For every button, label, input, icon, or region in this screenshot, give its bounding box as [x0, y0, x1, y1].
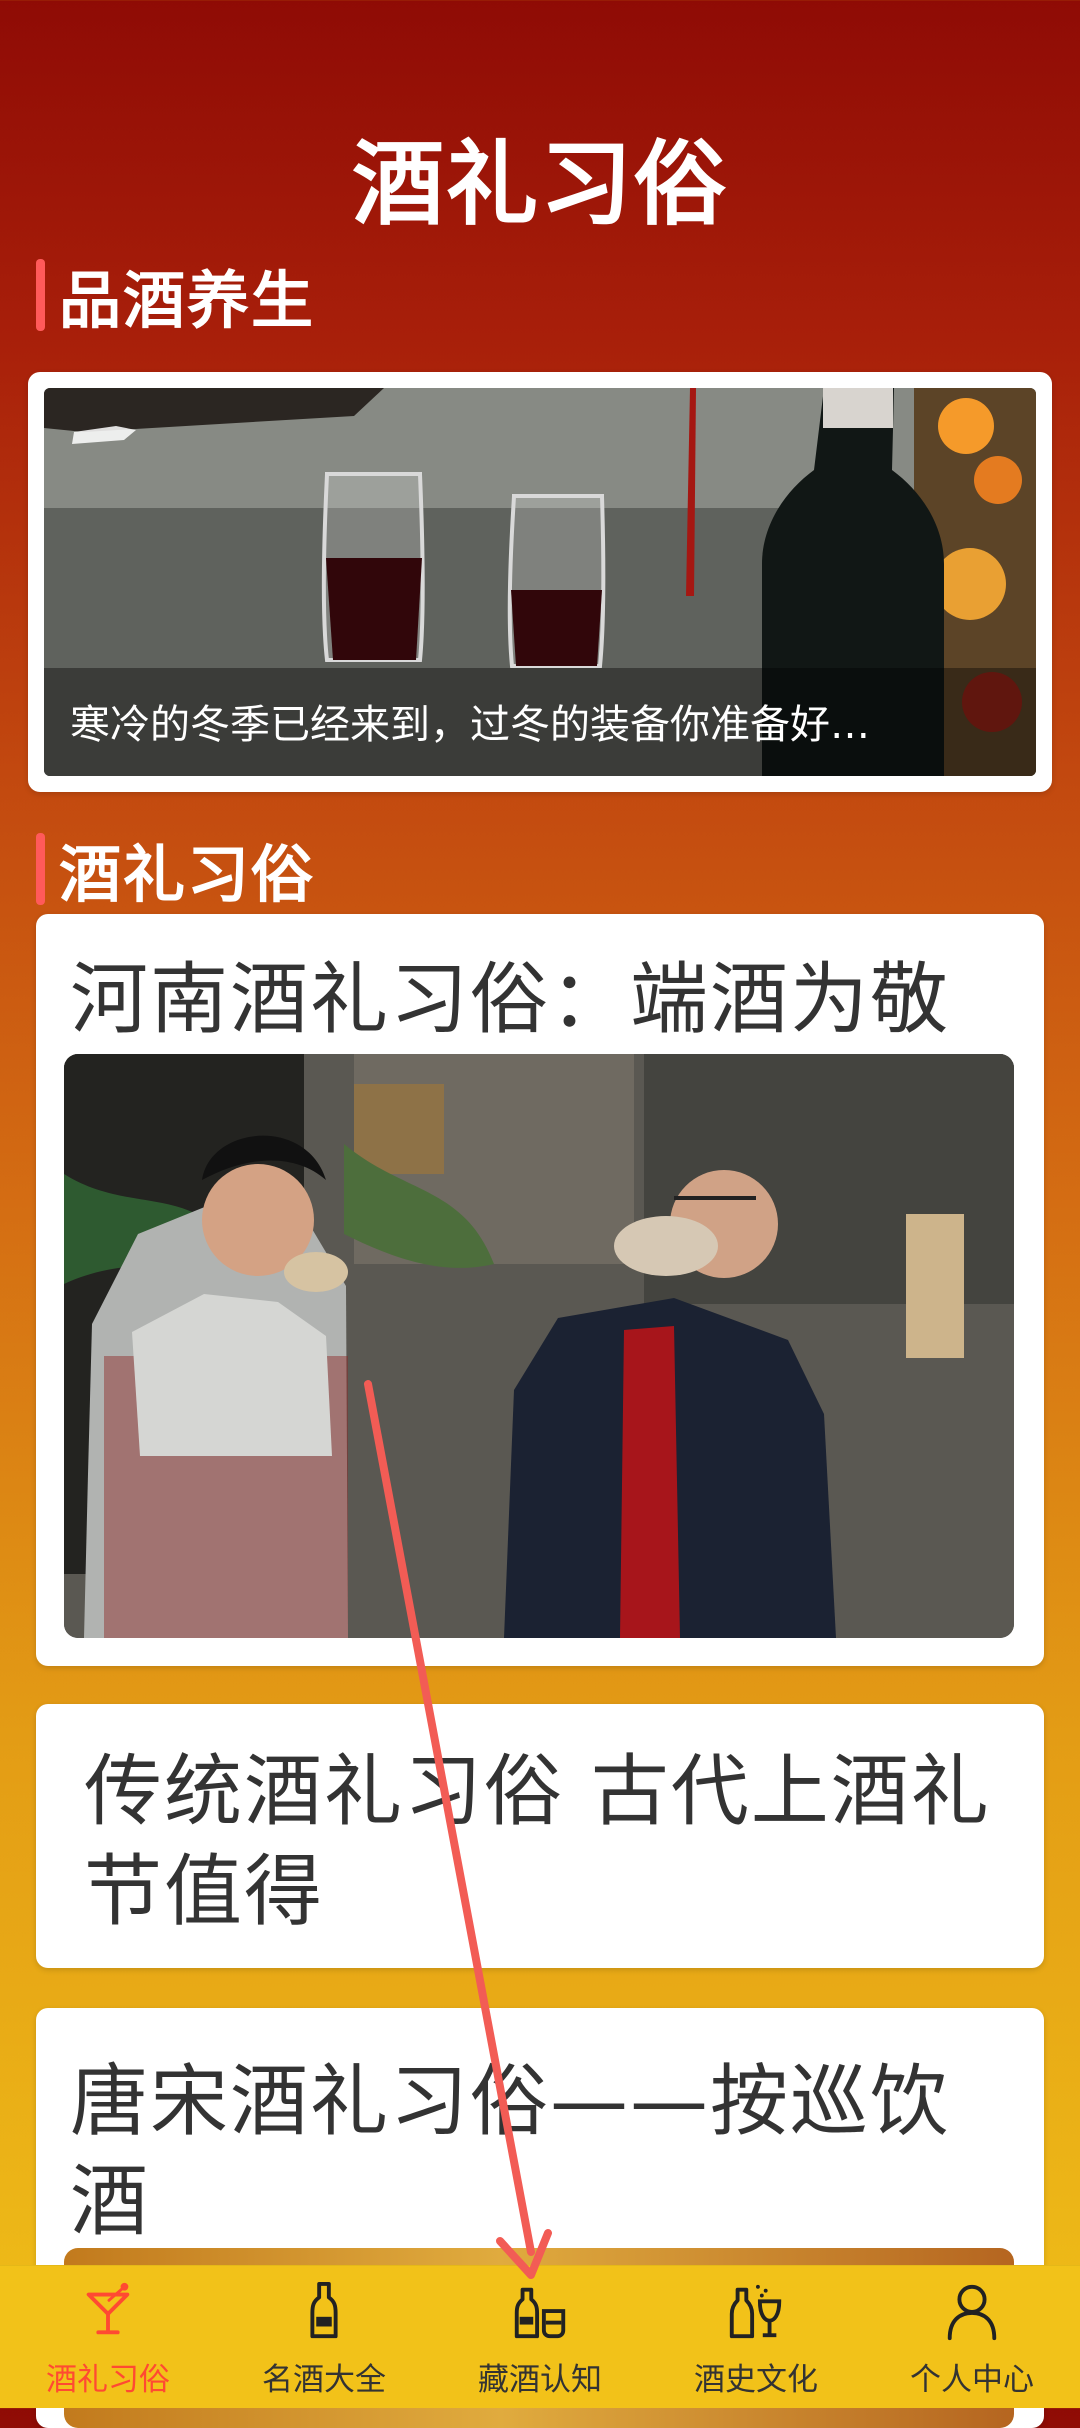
featured-health-card[interactable]: 寒冷的冬季已经来到，过冬的装备你准备好…	[28, 372, 1052, 792]
nav-item-customs[interactable]: 酒礼习俗	[0, 2266, 216, 2408]
nav-label: 名酒大全	[262, 2362, 386, 2398]
drinking-photo	[64, 1054, 1014, 1638]
section-marker	[36, 833, 45, 905]
nav-label: 藏酒认知	[478, 2362, 602, 2398]
article-card-henan[interactable]: 河南酒礼习俗：端酒为敬	[36, 914, 1044, 1666]
nav-item-famous-liquor[interactable]: 名酒大全	[216, 2266, 432, 2408]
bottle-glass-icon	[514, 2287, 566, 2339]
nav-item-history[interactable]: 酒史文化	[648, 2266, 864, 2408]
nav-label: 酒礼习俗	[46, 2362, 170, 2398]
article-title: 传统酒礼习俗 古代上酒礼节值得	[84, 1747, 991, 1937]
bottle-icon	[310, 2281, 338, 2339]
article-card-traditional[interactable]: 传统酒礼习俗 古代上酒礼节值得	[36, 1704, 1044, 1968]
customs-section-title: 酒礼习俗	[59, 838, 316, 911]
health-section-title: 品酒养生	[59, 264, 316, 337]
article-image	[64, 1054, 1014, 1638]
nav-label: 个人中心	[910, 2362, 1034, 2398]
customs-section-header: 酒礼习俗	[36, 832, 315, 911]
article-title: 河南酒礼习俗：端酒为敬	[70, 955, 951, 1045]
cocktail-glass-icon	[86, 2282, 130, 2335]
nav-item-collection[interactable]: 藏酒认知	[432, 2266, 648, 2408]
featured-caption: 寒冷的冬季已经来到，过冬的装备你准备好…	[70, 702, 870, 748]
section-marker	[36, 259, 45, 331]
article-title: 唐宋酒礼习俗——按巡饮酒	[70, 2057, 951, 2247]
featured-wine-image: 寒冷的冬季已经来到，过冬的装备你准备好…	[44, 388, 1036, 776]
person-icon	[947, 2284, 997, 2341]
nav-item-profile[interactable]: 个人中心	[864, 2266, 1080, 2408]
page-title: 酒礼习俗	[351, 131, 728, 238]
wine-culture-icon	[729, 2284, 782, 2339]
nav-label: 酒史文化	[694, 2362, 818, 2398]
bottom-navigation: 酒礼习俗 名酒大全 藏酒认知 酒史文化 个人中心	[0, 2265, 1080, 2408]
health-section-header: 品酒养生	[36, 258, 315, 337]
